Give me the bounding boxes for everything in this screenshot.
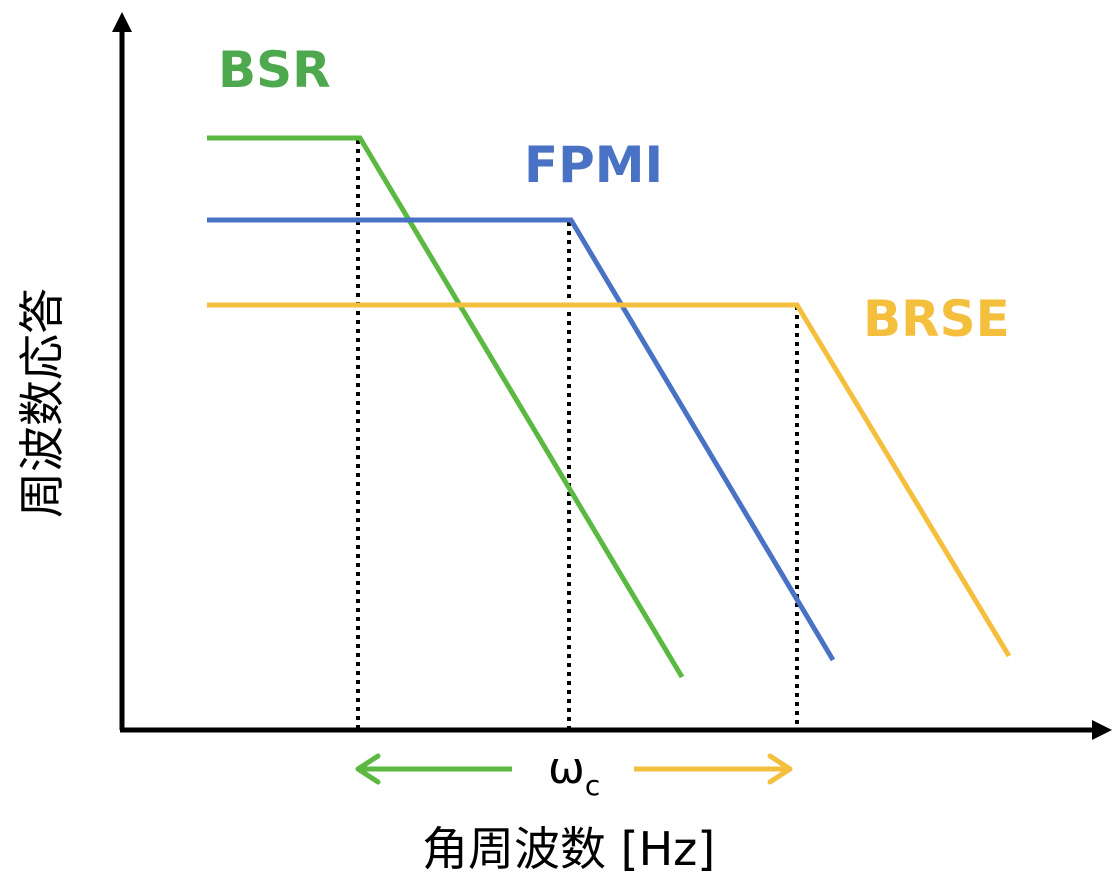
x-axis-label: 角周波数 [Hz] [422,822,715,876]
fpmi-label: FPMI [524,136,663,194]
x-axis-arrowhead [1092,720,1112,740]
brse-response-line [207,302,1012,658]
y-axis-arrowhead [112,12,132,32]
frequency-response-diagram: BSR FPMI BRSE ωc 角周波数 [Hz] 周波数応答 [15,12,1112,876]
y-axis-label: 周波数応答 [15,288,69,518]
brse-label: BRSE [863,290,1010,348]
fpmi-response-line [207,217,836,662]
bsr-label: BSR [218,41,331,99]
omega-c-label: ωc [548,743,600,802]
